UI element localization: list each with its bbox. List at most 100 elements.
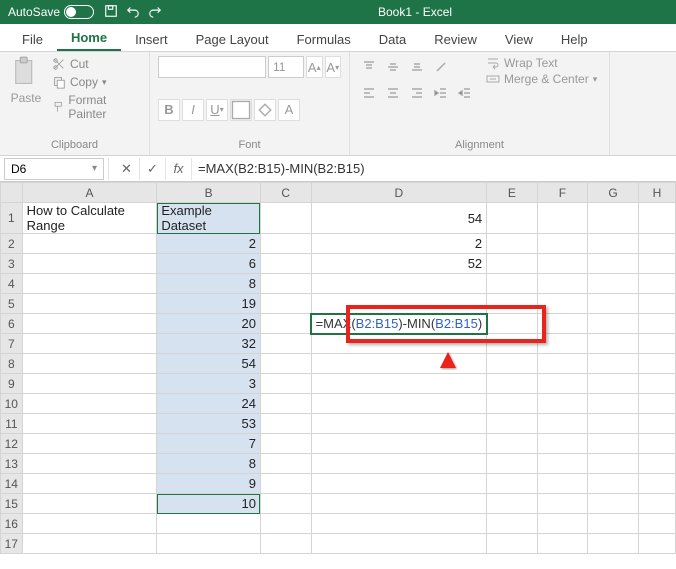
row-header[interactable]: 13 [1,454,23,474]
cell-G6[interactable] [588,314,639,334]
cell-C9[interactable] [260,374,311,394]
column-header[interactable]: A [22,183,157,203]
cell-A10[interactable] [22,394,157,414]
cell-E3[interactable] [487,254,537,274]
cell-C14[interactable] [260,474,311,494]
cell-F3[interactable] [537,254,587,274]
cell-F12[interactable] [537,434,587,454]
row-header[interactable]: 5 [1,294,23,314]
row-header[interactable]: 7 [1,334,23,354]
tab-insert[interactable]: Insert [121,26,182,51]
cell-A4[interactable] [22,274,157,294]
cell-D6[interactable]: =MAX(B2:B15)-MIN(B2:B15) [311,314,487,334]
column-header[interactable]: F [537,183,587,203]
cell-B1[interactable]: Example Dataset [157,203,261,234]
cell-E4[interactable] [487,274,537,294]
select-all-corner[interactable] [1,183,23,203]
name-box[interactable]: D6 ▾ [4,158,104,180]
cell-E12[interactable] [487,434,537,454]
italic-button[interactable]: I [182,99,204,121]
column-header[interactable]: H [638,183,675,203]
cell-G1[interactable] [588,203,639,234]
row-header[interactable]: 3 [1,254,23,274]
cell-G3[interactable] [588,254,639,274]
cell-H13[interactable] [638,454,675,474]
cell-C12[interactable] [260,434,311,454]
borders-button[interactable] [230,99,252,121]
cell-G17[interactable] [588,534,639,554]
cancel-button[interactable]: ✕ [114,158,140,180]
cell-C8[interactable] [260,354,311,374]
cell-C11[interactable] [260,414,311,434]
column-header[interactable]: G [588,183,639,203]
cell-A8[interactable] [22,354,157,374]
cell-H1[interactable] [638,203,675,234]
cell-B13[interactable]: 8 [157,454,261,474]
redo-icon[interactable] [148,4,162,21]
cell-B8[interactable]: 54 [157,354,261,374]
cell-B7[interactable]: 32 [157,334,261,354]
cell-A5[interactable] [22,294,157,314]
cell-H12[interactable] [638,434,675,454]
cell-C13[interactable] [260,454,311,474]
cell-A6[interactable] [22,314,157,334]
cell-H3[interactable] [638,254,675,274]
cell-G2[interactable] [588,234,639,254]
increase-font-button[interactable]: A▴ [306,56,323,78]
decrease-font-button[interactable]: A▾ [325,56,342,78]
cell-C17[interactable] [260,534,311,554]
tab-home[interactable]: Home [57,24,121,51]
row-header[interactable]: 14 [1,474,23,494]
cell-B14[interactable]: 9 [157,474,261,494]
cell-E11[interactable] [487,414,537,434]
cell-B4[interactable]: 8 [157,274,261,294]
align-top-button[interactable] [358,56,380,78]
cell-D16[interactable] [311,514,487,534]
cell-G15[interactable] [588,494,639,514]
cell-E8[interactable] [487,354,537,374]
cell-D5[interactable] [311,294,487,314]
row-header[interactable]: 1 [1,203,23,234]
cell-F14[interactable] [537,474,587,494]
cell-E9[interactable] [487,374,537,394]
cell-D17[interactable] [311,534,487,554]
wrap-text-button[interactable]: Wrap Text [486,56,597,70]
cut-button[interactable]: Cut [50,56,141,72]
cell-B5[interactable]: 19 [157,294,261,314]
cell-H2[interactable] [638,234,675,254]
align-bottom-button[interactable] [406,56,428,78]
cell-H8[interactable] [638,354,675,374]
cell-F16[interactable] [537,514,587,534]
row-header[interactable]: 15 [1,494,23,514]
cell-F17[interactable] [537,534,587,554]
cell-A13[interactable] [22,454,157,474]
cell-C10[interactable] [260,394,311,414]
cell-C4[interactable] [260,274,311,294]
cell-E6[interactable] [487,314,537,334]
font-size-select[interactable] [268,56,304,78]
tab-page-layout[interactable]: Page Layout [182,26,283,51]
cell-H15[interactable] [638,494,675,514]
align-middle-button[interactable] [382,56,404,78]
cell-G8[interactable] [588,354,639,374]
cell-H5[interactable] [638,294,675,314]
save-icon[interactable] [104,4,118,21]
tab-data[interactable]: Data [365,26,420,51]
cell-F1[interactable] [537,203,587,234]
cell-D9[interactable] [311,374,487,394]
cell-D15[interactable] [311,494,487,514]
font-family-select[interactable] [158,56,266,78]
cell-G5[interactable] [588,294,639,314]
cell-F15[interactable] [537,494,587,514]
cell-H6[interactable] [638,314,675,334]
cell-G14[interactable] [588,474,639,494]
row-header[interactable]: 11 [1,414,23,434]
cell-B11[interactable]: 53 [157,414,261,434]
tab-help[interactable]: Help [547,26,602,51]
undo-icon[interactable] [126,4,140,21]
row-header[interactable]: 8 [1,354,23,374]
enter-button[interactable]: ✓ [140,158,166,180]
cell-C5[interactable] [260,294,311,314]
cell-H11[interactable] [638,414,675,434]
cell-D1[interactable]: 54 [311,203,487,234]
